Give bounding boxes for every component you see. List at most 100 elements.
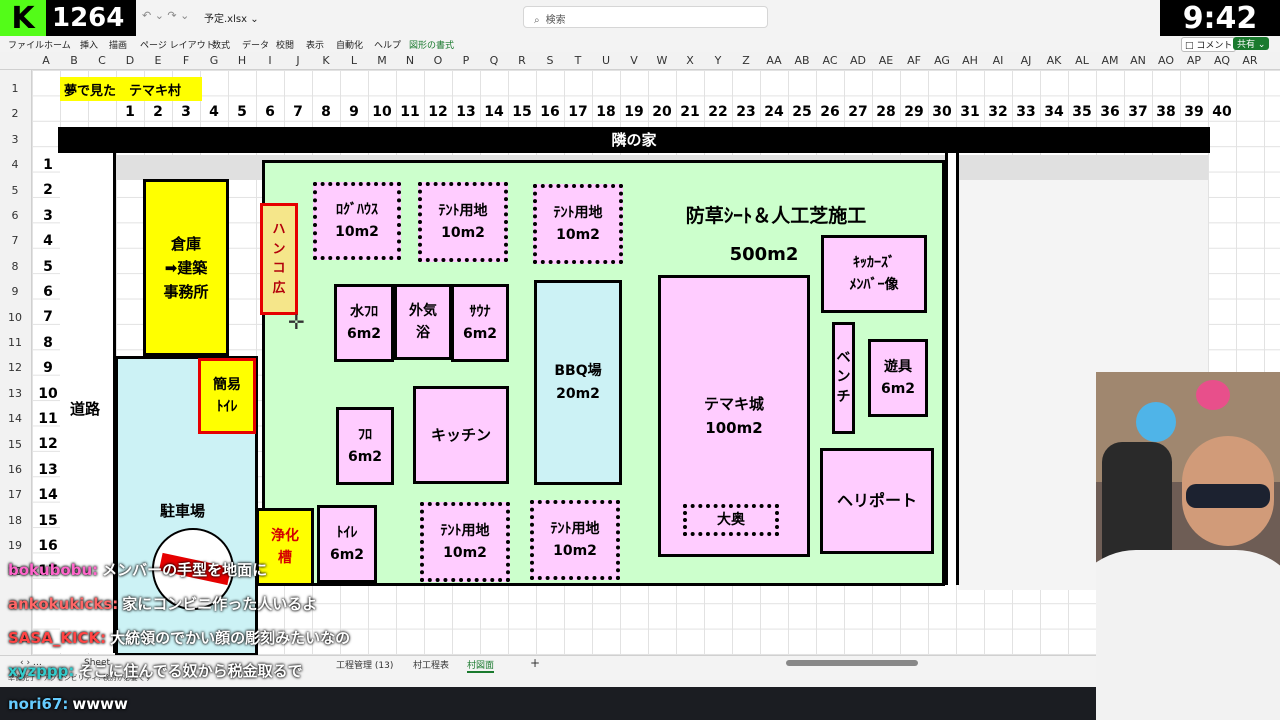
ribbon-tab-home[interactable]: ホーム <box>44 38 71 51</box>
row-header[interactable]: 7 <box>0 234 30 247</box>
column-header[interactable]: AO <box>1152 54 1180 67</box>
log-house-box[interactable]: ﾛｸﾞﾊｳｽ 10m2 <box>313 182 401 260</box>
neighbor-house-bar[interactable]: 隣の家 <box>58 127 1210 153</box>
grid-number-cell[interactable]: 10 <box>36 386 60 402</box>
tent-site-1[interactable]: ﾃﾝﾄ用地 10m2 <box>418 182 508 262</box>
outdoor-bath-box[interactable]: 外気 浴 <box>394 284 452 360</box>
grid-number-cell[interactable]: 16 <box>536 104 564 120</box>
grid-number-cell[interactable]: 37 <box>1124 104 1152 120</box>
column-header[interactable]: C <box>88 54 116 67</box>
row-header[interactable]: 12 <box>0 361 30 374</box>
row-header[interactable]: 8 <box>0 260 30 273</box>
grid-number-cell[interactable]: 19 <box>620 104 648 120</box>
grid-number-cell[interactable]: 3 <box>36 208 60 224</box>
grid-number-cell[interactable]: 16 <box>36 538 60 554</box>
grid-number-cell[interactable]: 1 <box>116 104 144 120</box>
grid-number-cell[interactable]: 40 <box>1208 104 1236 120</box>
kitchen-box[interactable]: キッチン <box>413 386 509 484</box>
grid-number-cell[interactable]: 12 <box>36 436 60 452</box>
ribbon-tab-shape-format[interactable]: 図形の書式 <box>409 38 454 51</box>
column-header[interactable]: I <box>256 54 284 67</box>
grid-number-cell[interactable]: 5 <box>228 104 256 120</box>
grid-number-cell[interactable]: 18 <box>592 104 620 120</box>
column-header[interactable]: AB <box>788 54 816 67</box>
column-header[interactable]: N <box>396 54 424 67</box>
grid-number-cell[interactable]: 20 <box>648 104 676 120</box>
grid-number-cell[interactable]: 15 <box>36 513 60 529</box>
toilet-box[interactable]: ﾄｲﾚ 6m2 <box>317 505 377 583</box>
column-header[interactable]: U <box>592 54 620 67</box>
grid-number-cell[interactable]: 39 <box>1180 104 1208 120</box>
grid-number-cell[interactable]: 13 <box>452 104 480 120</box>
column-header[interactable]: F <box>172 54 200 67</box>
row-header[interactable]: 10 <box>0 311 30 324</box>
column-header[interactable]: Z <box>732 54 760 67</box>
grid-number-cell[interactable]: 24 <box>760 104 788 120</box>
column-header[interactable]: R <box>508 54 536 67</box>
column-header[interactable]: S <box>536 54 564 67</box>
grid-number-cell[interactable]: 33 <box>1012 104 1040 120</box>
warehouse-box[interactable]: 倉庫 ➡建築 事務所 <box>143 179 229 356</box>
column-header[interactable]: AJ <box>1012 54 1040 67</box>
tab-village-plan[interactable]: 村図面 <box>467 658 495 673</box>
grid-number-cell[interactable]: 5 <box>36 259 60 275</box>
grid-number-cell[interactable]: 32 <box>984 104 1012 120</box>
row-header[interactable]: 9 <box>0 285 30 298</box>
search-input[interactable]: ⌕ 検索 <box>523 6 768 28</box>
grid-number-cell[interactable]: 14 <box>36 487 60 503</box>
file-name[interactable]: 予定.xlsx ⌄ <box>204 10 259 25</box>
column-header[interactable]: O <box>424 54 452 67</box>
grid-number-cell[interactable]: 15 <box>508 104 536 120</box>
grid-number-cell[interactable]: 11 <box>36 411 60 427</box>
playground-box[interactable]: 遊具 6m2 <box>868 339 928 417</box>
column-header[interactable]: H <box>228 54 256 67</box>
tent-site-2[interactable]: ﾃﾝﾄ用地 10m2 <box>533 184 623 264</box>
grid-number-cell[interactable]: 3 <box>172 104 200 120</box>
row-header[interactable]: 5 <box>0 184 30 197</box>
share-button[interactable]: 共有 ⌄ <box>1233 37 1270 50</box>
row-header[interactable]: 6 <box>0 209 30 222</box>
grid-number-cell[interactable]: 6 <box>256 104 284 120</box>
grid-number-cell[interactable]: 29 <box>900 104 928 120</box>
grid-number-cell[interactable]: 12 <box>424 104 452 120</box>
row-header[interactable]: 11 <box>0 336 30 349</box>
bbq-area-box[interactable]: BBQ場 20m2 <box>534 280 622 485</box>
grid-number-cell[interactable]: 28 <box>872 104 900 120</box>
grid-number-cell[interactable]: 7 <box>36 309 60 325</box>
undo-redo-icons[interactable]: ↶ ⌄ ↷ ⌄ <box>142 9 189 22</box>
column-header[interactable]: AN <box>1124 54 1152 67</box>
grid-number-cell[interactable]: 13 <box>36 462 60 478</box>
grid-number-cell[interactable]: 38 <box>1152 104 1180 120</box>
bath-box[interactable]: ﾌﾛ 6m2 <box>336 407 394 485</box>
tent-site-4[interactable]: ﾃﾝﾄ用地 10m2 <box>530 500 620 580</box>
column-header[interactable]: V <box>620 54 648 67</box>
hanko-box[interactable]: ハ ン コ 広 <box>260 203 298 315</box>
grid-number-cell[interactable]: 10 <box>368 104 396 120</box>
grid-number-cell[interactable]: 4 <box>200 104 228 120</box>
row-header[interactable]: 3 <box>0 133 30 146</box>
grid-number-cell[interactable]: 17 <box>564 104 592 120</box>
grid-number-cell[interactable]: 14 <box>480 104 508 120</box>
column-header[interactable]: J <box>284 54 312 67</box>
ribbon-tab-draw[interactable]: 描画 <box>109 38 127 51</box>
row-header[interactable]: 18 <box>0 514 30 527</box>
grid-number-cell[interactable]: 2 <box>144 104 172 120</box>
row-header[interactable]: 14 <box>0 412 30 425</box>
grid-number-cell[interactable]: 30 <box>928 104 956 120</box>
grid-number-cell[interactable]: 23 <box>732 104 760 120</box>
column-header[interactable]: AG <box>928 54 956 67</box>
column-header[interactable]: Y <box>704 54 732 67</box>
grid-number-cell[interactable]: 7 <box>284 104 312 120</box>
column-header[interactable]: AD <box>844 54 872 67</box>
column-header[interactable]: AM <box>1096 54 1124 67</box>
grid-number-cell[interactable]: 31 <box>956 104 984 120</box>
row-header[interactable]: 17 <box>0 488 30 501</box>
grid-number-cell[interactable]: 11 <box>396 104 424 120</box>
grid-number-cell[interactable]: 25 <box>788 104 816 120</box>
tab-village-schedule[interactable]: 村工程表 <box>413 658 449 671</box>
column-header[interactable]: AA <box>760 54 788 67</box>
column-header[interactable]: AH <box>956 54 984 67</box>
row-header[interactable]: 19 <box>0 539 30 552</box>
temp-toilet-box[interactable]: 簡易 ﾄｲﾚ <box>198 358 256 434</box>
column-header[interactable]: AK <box>1040 54 1068 67</box>
